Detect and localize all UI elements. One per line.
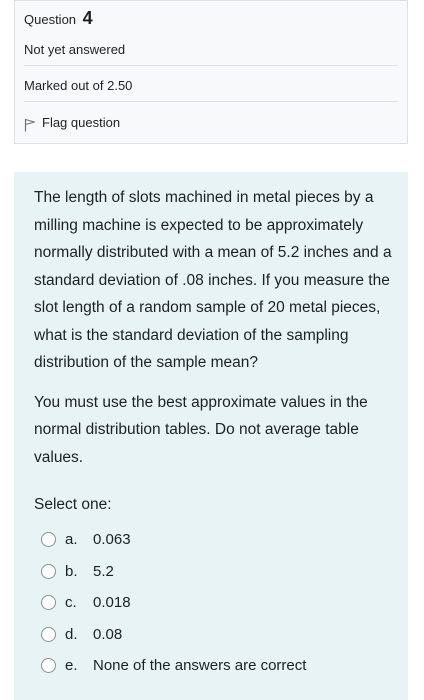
- question-body: The length of slots machined in metal pi…: [34, 189, 392, 371]
- question-text: The length of slots machined in metal pi…: [34, 184, 396, 483]
- divider: [24, 65, 398, 66]
- option-text: 0.063: [93, 531, 131, 549]
- select-one-prompt: Select one:: [34, 496, 112, 513]
- divider: [24, 101, 398, 102]
- question-instruction: You must use the best approximate values…: [34, 393, 368, 466]
- radio-button[interactable]: [41, 626, 56, 642]
- option-letter: b.: [65, 562, 78, 580]
- question-grade: Marked out of 2.50: [24, 78, 133, 93]
- option-letter: d.: [65, 625, 78, 643]
- option-letter: e.: [65, 657, 78, 675]
- question-number-heading: Question 4: [24, 7, 93, 31]
- option-text: 5.2: [93, 562, 114, 580]
- question-formulation: The length of slots machined in metal pi…: [14, 172, 408, 700]
- option-text: 0.018: [93, 594, 131, 612]
- flag-question-label: Flag question: [42, 115, 121, 130]
- option-text: None of the answers are correct: [93, 657, 307, 675]
- option-text: 0.08: [93, 625, 123, 643]
- radio-button[interactable]: [41, 658, 56, 674]
- option-letter: c.: [65, 594, 77, 612]
- question-state: Not yet answered: [24, 42, 126, 57]
- radio-button[interactable]: [41, 563, 56, 579]
- radio-button[interactable]: [41, 595, 56, 611]
- answer-options: a. 0.063 b. 5.2 c. 0.018 d. 0.08 e. None…: [41, 524, 306, 682]
- question-label: Question: [24, 12, 77, 27]
- answer-option-d[interactable]: d. 0.08: [41, 619, 306, 651]
- answer-option-e[interactable]: e. None of the answers are correct: [41, 650, 306, 682]
- option-letter: a.: [65, 531, 78, 549]
- answer-option-b[interactable]: b. 5.2: [41, 556, 306, 588]
- question-number: 4: [82, 8, 93, 28]
- answer-option-a[interactable]: a. 0.063: [41, 524, 306, 556]
- flag-question-link[interactable]: Flag question: [24, 114, 120, 132]
- answer-option-c[interactable]: c. 0.018: [41, 587, 306, 619]
- question-info-panel: Question 4 Not yet answered Marked out o…: [14, 0, 408, 144]
- radio-button[interactable]: [41, 532, 56, 548]
- flag-icon: [24, 118, 36, 132]
